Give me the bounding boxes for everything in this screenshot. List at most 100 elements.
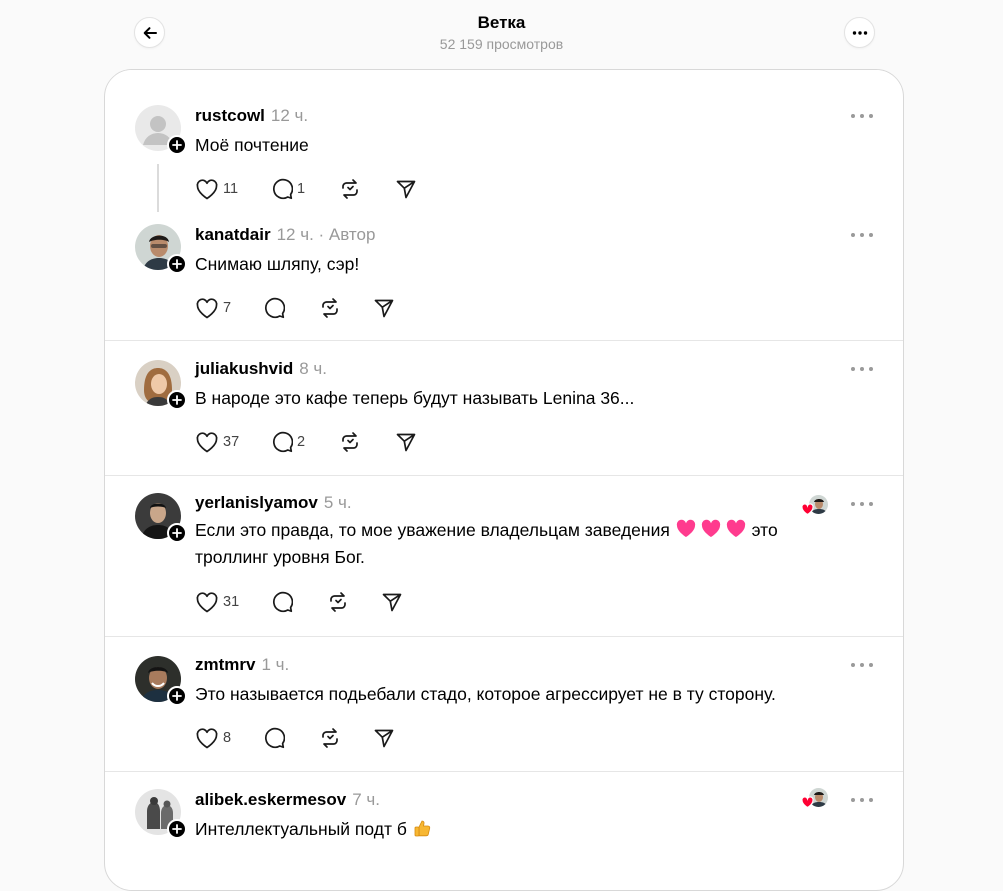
username[interactable]: alibek.eskermesov [195, 790, 346, 809]
speech-bubble-icon [264, 727, 285, 749]
like-count: 8 [223, 730, 232, 746]
post-text-part: Если это правда, то мое уважение владель… [195, 520, 670, 540]
like-count: 37 [223, 434, 240, 450]
plus-icon [172, 824, 182, 834]
reply-button[interactable]: 2 [271, 430, 339, 454]
post-header: kanatdair 12 ч. · Автор [195, 224, 375, 246]
repost-button[interactable] [319, 726, 373, 750]
like-button[interactable]: 31 [195, 590, 271, 614]
thread-post: rustcowl 12 ч. Моё почтение 11 1 [105, 70, 903, 220]
post-time[interactable]: 12 ч. [271, 106, 308, 125]
repost-icon [330, 592, 346, 612]
avatar[interactable] [135, 493, 187, 543]
repost-icon [342, 179, 358, 199]
post-actions: 7 [195, 296, 395, 320]
post-text: Если это правда, то мое уважение владель… [195, 517, 825, 571]
username[interactable]: yerlanislyamov [195, 493, 318, 512]
share-button[interactable] [381, 590, 403, 614]
author-tag: · Автор [318, 225, 376, 244]
thumbs-up-emoji-icon [414, 820, 430, 837]
post-time[interactable]: 8 ч. [299, 359, 327, 378]
repost-button[interactable] [319, 296, 373, 320]
username[interactable]: kanatdair [195, 225, 271, 244]
avatar[interactable] [135, 105, 187, 155]
repost-button[interactable] [339, 430, 395, 454]
post-more-button[interactable] [851, 497, 873, 511]
heart-outline-icon [196, 592, 218, 613]
post-header: juliakushvid 8 ч. [195, 358, 327, 380]
repost-button[interactable] [339, 177, 395, 201]
send-icon [374, 729, 394, 748]
like-button[interactable]: 7 [195, 296, 263, 320]
post-time[interactable]: 12 ч. [277, 225, 314, 244]
follow-button[interactable] [167, 390, 187, 410]
username[interactable]: rustcowl [195, 106, 265, 125]
speech-bubble-icon [272, 178, 293, 200]
post-more-button[interactable] [851, 362, 873, 376]
post-actions: 37 2 [195, 430, 417, 454]
repost-icon [342, 432, 358, 452]
like-button[interactable]: 37 [195, 430, 271, 454]
post-actions: 31 [195, 590, 403, 614]
avatar[interactable] [135, 360, 187, 410]
thread-post: juliakushvid 8 ч. В народе это кафе тепер… [105, 341, 903, 475]
thread-more-button[interactable] [844, 17, 875, 48]
thread-panel: rustcowl 12 ч. Моё почтение 11 1 kanatda… [104, 69, 904, 891]
repost-icon [322, 298, 338, 318]
post-header: yerlanislyamov 5 ч. [195, 492, 352, 514]
post-text: Снимаю шляпу, сэр! [195, 254, 360, 274]
avatar[interactable] [135, 224, 187, 274]
username[interactable]: juliakushvid [195, 359, 293, 378]
like-count: 7 [223, 300, 232, 316]
follow-button[interactable] [167, 819, 187, 839]
speech-bubble-icon [264, 297, 285, 319]
post-header: alibek.eskermesov 7 ч. [195, 789, 380, 811]
post-more-button[interactable] [851, 228, 873, 242]
follow-button[interactable] [167, 254, 187, 274]
like-button[interactable]: 11 [195, 177, 271, 201]
share-button[interactable] [395, 177, 417, 201]
heart-filled-icon [801, 503, 814, 515]
like-count: 11 [223, 181, 239, 197]
more-horizontal-icon [852, 30, 867, 35]
speech-bubble-icon [272, 591, 293, 613]
post-text-part: Интеллектуальный подт б [195, 819, 407, 839]
share-button[interactable] [395, 430, 417, 454]
plus-icon [172, 259, 182, 269]
avatar[interactable] [135, 789, 187, 839]
post-time[interactable]: 7 ч. [352, 790, 380, 809]
send-icon [382, 593, 402, 612]
share-button[interactable] [373, 296, 395, 320]
thread-line [157, 164, 159, 212]
reply-count: 1 [297, 181, 306, 197]
share-button[interactable] [373, 726, 395, 750]
repost-icon [322, 728, 338, 748]
heart-outline-icon [196, 728, 218, 749]
post-header: rustcowl 12 ч. [195, 105, 308, 127]
post-more-button[interactable] [851, 793, 873, 807]
reply-button[interactable] [263, 296, 319, 320]
post-actions: 8 [195, 726, 395, 750]
post-more-button[interactable] [851, 109, 873, 123]
thread-post: yerlanislyamov 5 ч. Если это правда, то м… [105, 476, 903, 636]
post-text: В народе это кафе теперь будут называть … [195, 388, 635, 408]
thread-post: alibek.eskermesov 7 ч. Интеллектуальный п… [105, 772, 903, 890]
top-bar: Ветка 52 159 просмотров [0, 0, 1003, 70]
liked-by-author-indicator [801, 788, 831, 810]
follow-button[interactable] [167, 135, 187, 155]
reply-button[interactable] [263, 726, 319, 750]
reply-button[interactable]: 1 [271, 177, 339, 201]
send-icon [374, 299, 394, 318]
like-button[interactable]: 8 [195, 726, 263, 750]
send-icon [396, 433, 416, 452]
follow-button[interactable] [167, 523, 187, 543]
thread-post: kanatdair 12 ч. · Автор Снимаю шляпу, сэр… [105, 220, 903, 340]
speech-bubble-icon [272, 431, 293, 453]
post-actions-wrapper [105, 637, 903, 771]
repost-button[interactable] [327, 590, 381, 614]
reply-button[interactable] [271, 590, 327, 614]
post-time[interactable]: 5 ч. [324, 493, 352, 512]
reply-count: 2 [297, 434, 306, 450]
post-text: Интеллектуальный подт б [195, 816, 835, 843]
plus-icon [172, 140, 182, 150]
